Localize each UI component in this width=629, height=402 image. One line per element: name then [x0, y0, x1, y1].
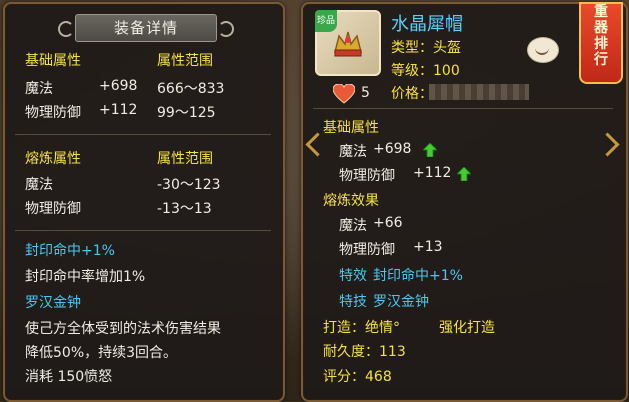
attr-value: +698: [99, 78, 138, 94]
refine-attr-header: 熔炼属性: [25, 151, 81, 167]
like-count: 5: [361, 85, 370, 101]
special-skill-label: 特技: [339, 294, 367, 310]
attr-value: +698: [373, 141, 412, 157]
equipment-detail-panel: 装备详情 基础属性 属性范围 魔法 +698 666～833 物理防御 +112…: [3, 2, 285, 402]
heart-icon[interactable]: [333, 84, 355, 104]
attr-name: 魔法: [25, 81, 53, 97]
effect-desc: 封印命中率增加1%: [25, 269, 146, 285]
up-arrow-icon: [423, 143, 437, 157]
attr-range: -30～123: [157, 177, 221, 193]
rank-button[interactable]: 重 器 排 行: [579, 2, 623, 84]
attr-name: 魔法: [25, 177, 53, 193]
base-attr-header: 基础属性: [323, 120, 379, 136]
attr-value: +13: [413, 239, 443, 255]
attr-name: 物理防御: [25, 105, 81, 121]
item-price: 价格：: [391, 86, 433, 102]
eye-closed-icon[interactable]: [527, 37, 559, 63]
item-info-panel: 珍品 水晶犀帽 类型：头盔 等级：100 价格： 重 器 排 行 5 基础属性 …: [301, 2, 628, 402]
attr-value: +66: [373, 215, 403, 231]
skill-desc-line2: 降低50%，持续3回合。: [25, 345, 178, 361]
rank-char: 行: [594, 52, 608, 68]
durability: 耐久度：113: [323, 344, 406, 360]
attr-name: 物理防御: [339, 242, 395, 258]
special-skill: 罗汉金钟: [373, 294, 429, 310]
forge-info: 打造：绝情°: [323, 320, 400, 336]
attr-value: +112: [413, 165, 452, 181]
skill-cost: 消耗 150愤怒: [25, 369, 113, 385]
divider: [15, 230, 271, 231]
panel-title: 装备详情: [58, 14, 234, 42]
refine-effect-header: 熔炼效果: [323, 193, 379, 209]
divider: [15, 134, 271, 135]
rank-char: 排: [594, 36, 608, 52]
rank-char: 重: [594, 4, 608, 20]
special-effect: 封印命中+1%: [373, 268, 463, 284]
attr-range: 666～833: [157, 81, 225, 97]
attr-name: 魔法: [339, 218, 367, 234]
refine-range-header: 属性范围: [157, 151, 213, 167]
attr-name: 物理防御: [25, 201, 81, 217]
item-type: 类型：头盔: [391, 40, 461, 56]
base-range-header: 属性范围: [157, 53, 213, 69]
special-effect-label: 特效: [339, 268, 367, 284]
attr-range: 99～125: [157, 105, 216, 121]
skill-desc-line1: 使己方全体受到的法术伤害结果: [25, 321, 221, 337]
divider: [313, 108, 613, 109]
item-name: 水晶犀帽: [391, 14, 463, 35]
crown-hat-icon: [334, 31, 362, 57]
item-icon: 珍品: [315, 10, 381, 76]
score: 评分：468: [323, 369, 392, 385]
forge-type: 强化打造: [439, 320, 495, 336]
up-arrow-icon: [457, 167, 471, 181]
attr-name: 物理防御: [339, 168, 395, 184]
rank-char: 器: [594, 20, 608, 36]
skill-name: 罗汉金钟: [25, 295, 81, 311]
attr-range: -13～13: [157, 201, 212, 217]
attr-value: +112: [99, 102, 138, 118]
effect-name: 封印命中+1%: [25, 243, 115, 259]
price-value-blurred: [429, 84, 529, 100]
item-level: 等级：100: [391, 63, 460, 79]
base-attr-header: 基础属性: [25, 53, 81, 69]
next-arrow-icon[interactable]: [595, 132, 620, 157]
attr-name: 魔法: [339, 144, 367, 160]
